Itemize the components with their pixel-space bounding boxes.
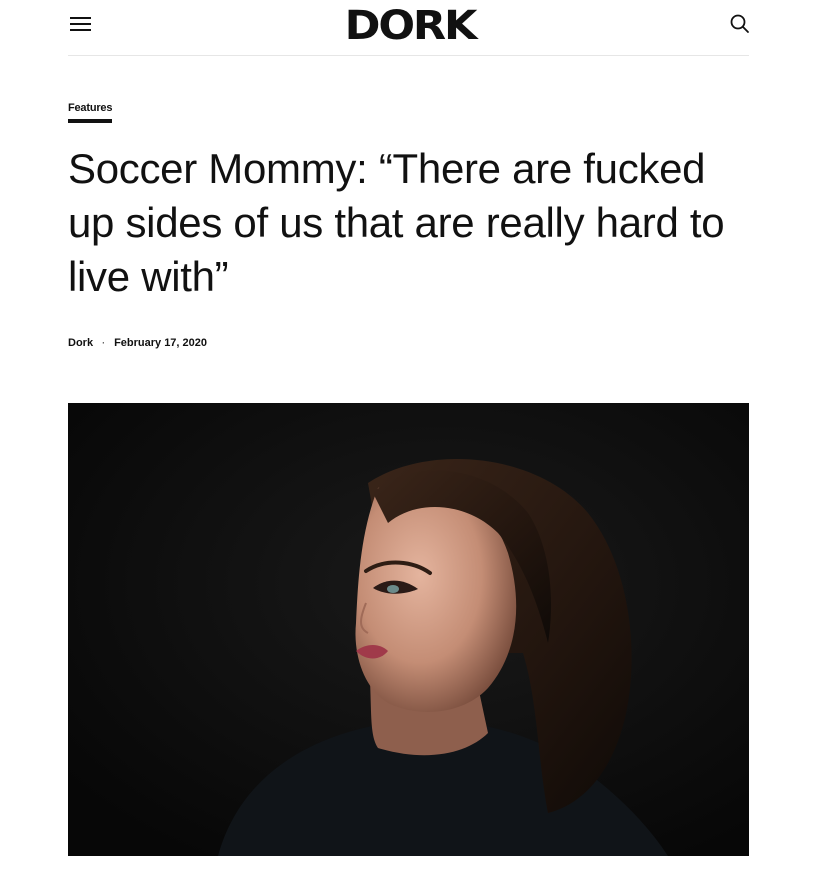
publish-date: February 17, 2020 xyxy=(114,337,208,349)
site-logo[interactable]: DORK xyxy=(329,3,491,49)
author-link[interactable]: Dork xyxy=(68,337,93,349)
meta-separator: · xyxy=(102,338,106,348)
site-header: DORK xyxy=(68,0,749,56)
menu-button[interactable] xyxy=(70,14,92,34)
article-title: Soccer Mommy: “There are fucked up sides… xyxy=(68,145,725,300)
search-button[interactable] xyxy=(728,12,752,36)
article-meta: Dork · February 17, 2020 xyxy=(68,335,207,351)
search-icon xyxy=(730,14,749,33)
hamburger-menu-icon xyxy=(70,17,91,19)
hero-image xyxy=(68,403,749,856)
category-link[interactable]: Features xyxy=(68,102,112,123)
portrait-photo xyxy=(68,403,749,856)
